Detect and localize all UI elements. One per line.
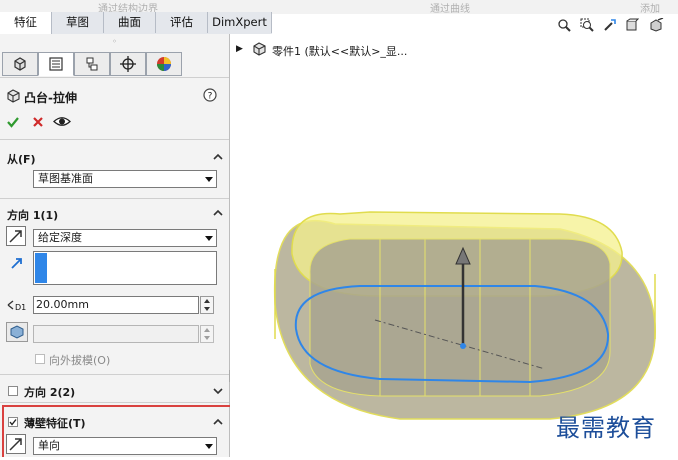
tab-configuration-manager[interactable] <box>74 52 110 76</box>
appearance-ball-icon <box>157 57 171 71</box>
tab-dimxpert-manager[interactable] <box>110 52 146 76</box>
dropdown-arrow-icon <box>205 177 213 182</box>
draft-outward-checkbox[interactable] <box>35 354 45 364</box>
toolbar-item-curve[interactable]: 通过曲线 <box>430 0 470 14</box>
divider <box>0 402 229 403</box>
tab-sketch[interactable]: 草图 <box>52 12 104 33</box>
highlight-annotation-box <box>2 405 232 457</box>
from-section-header[interactable]: 从(F) <box>7 151 36 167</box>
feature-title: 凸台-拉伸 <box>24 91 77 105</box>
graphics-viewport[interactable] <box>230 34 678 457</box>
dropdown-arrow-icon <box>205 236 213 241</box>
depth-value: 20.00mm <box>36 298 89 311</box>
preview-eye-icon[interactable] <box>53 115 71 128</box>
divider <box>0 374 229 375</box>
spin-down-arrow-icon[interactable] <box>201 305 213 313</box>
tree-expand-arrow-icon[interactable]: ▶ <box>236 44 243 54</box>
command-manager-tabs: 特征 草图 曲面 评估 DimXpert <box>0 12 272 35</box>
tab-evaluate[interactable]: 评估 <box>156 12 208 33</box>
crosshair-icon <box>120 56 136 72</box>
previous-view-icon[interactable] <box>603 18 617 32</box>
view-orientation-icon[interactable] <box>648 18 664 32</box>
reverse-direction-icon[interactable] <box>6 226 26 246</box>
spin-down-arrow-icon <box>201 334 213 342</box>
direction-arrow-icon <box>11 258 22 269</box>
draft-on-off-icon[interactable] <box>6 322 28 342</box>
tab-property-manager[interactable] <box>38 52 74 76</box>
cancel-x-icon[interactable] <box>32 116 44 128</box>
feature-tree-icon <box>14 57 26 71</box>
part-tree-label[interactable]: 零件1 (默认<<默认>_显... <box>272 43 407 59</box>
question-icon[interactable]: ? <box>203 88 217 102</box>
extrude-boss-icon <box>7 89 20 103</box>
depth-dimension-icon: D1 <box>7 300 26 312</box>
property-list-icon <box>49 57 63 71</box>
depth-input[interactable]: 20.00mm <box>33 296 199 314</box>
draft-angle-input-disabled <box>33 325 199 343</box>
direction2-section-header[interactable]: 方向 2(2) <box>24 384 75 400</box>
zoom-area-icon[interactable] <box>580 18 594 32</box>
part-icon <box>253 42 266 56</box>
depth-spinner[interactable] <box>200 296 214 314</box>
direction1-end-condition-select[interactable]: 给定深度 <box>33 229 217 247</box>
chevron-down-icon[interactable] <box>212 385 224 397</box>
spin-up-arrow-icon[interactable] <box>201 297 213 305</box>
tab-surfaces[interactable]: 曲面 <box>104 12 156 33</box>
selection-active-indicator <box>35 253 47 283</box>
draft-outward-label: 向外拔模(O) <box>49 354 111 367</box>
zoom-to-fit-icon[interactable] <box>557 18 571 32</box>
sketch-origin-point <box>460 343 466 349</box>
ok-check-icon[interactable] <box>6 115 20 129</box>
part-preview-graphic <box>273 211 656 420</box>
tab-dimxpert[interactable]: DimXpert <box>208 12 272 33</box>
chevron-up-icon[interactable] <box>212 151 224 163</box>
watermark-text: 最需教育 <box>556 414 656 442</box>
divider <box>0 198 229 199</box>
toolbar-item-add[interactable]: 添加 <box>640 0 660 14</box>
divider <box>0 139 229 140</box>
configuration-icon <box>86 57 98 71</box>
direction1-end-condition-value: 给定深度 <box>38 231 82 244</box>
from-start-condition-select[interactable]: 草图基准面 <box>33 170 217 188</box>
direction2-checkbox[interactable] <box>8 386 18 396</box>
draft-angle-spinner-disabled <box>200 325 214 343</box>
panel-resize-grip[interactable]: ◦ <box>0 35 229 48</box>
svg-text:D1: D1 <box>15 303 26 312</box>
svg-text:?: ? <box>208 92 213 102</box>
tab-display-manager[interactable] <box>146 52 182 76</box>
chevron-up-icon[interactable] <box>212 207 224 219</box>
tab-feature-manager[interactable] <box>2 52 38 76</box>
direction1-section-header[interactable]: 方向 1(1) <box>7 207 58 223</box>
direction1-vector-selection-box[interactable] <box>33 251 217 285</box>
spin-up-arrow-icon <box>201 326 213 334</box>
from-start-condition-value: 草图基准面 <box>38 172 93 185</box>
tab-features[interactable]: 特征 <box>0 12 52 35</box>
divider <box>0 77 229 78</box>
manager-tabs <box>2 52 227 77</box>
section-view-icon[interactable] <box>625 18 639 32</box>
